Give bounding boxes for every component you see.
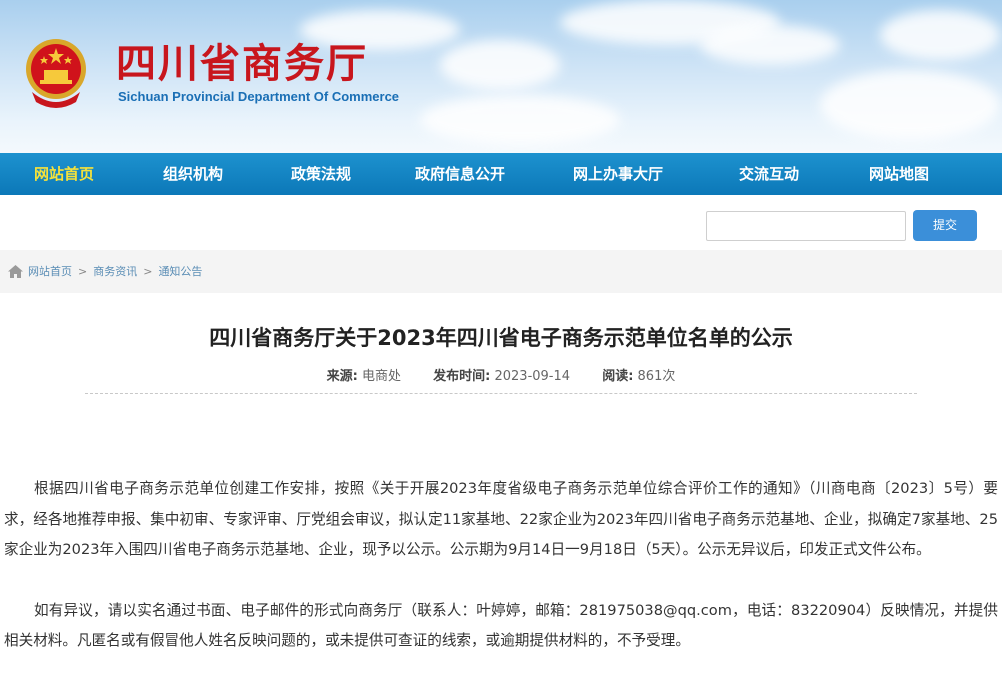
paragraph: 如有异议，请以实名通过书面、电子邮件的形式向商务厅（联系人：叶婷婷，邮箱：281… <box>4 601 998 650</box>
paragraph: 根据四川省电子商务示范单位创建工作安排，按照《关于开展2023年度省级电子商务示… <box>4 480 998 558</box>
breadcrumb-home[interactable]: 网站首页 <box>28 263 72 279</box>
site-subtitle: Sichuan Provincial Department Of Commerc… <box>118 89 400 104</box>
nav-item-online-services[interactable]: 网上办事大厅 <box>536 153 700 195</box>
breadcrumb-separator: > <box>78 264 88 278</box>
national-emblem-icon <box>26 39 86 108</box>
nav-item-sitemap[interactable]: 网站地图 <box>838 153 960 195</box>
nav-item-policies[interactable]: 政策法规 <box>258 153 384 195</box>
home-icon <box>8 264 23 278</box>
article-body: 根据四川省电子商务示范单位创建工作安排，按照《关于开展2023年度省级电子商务示… <box>4 474 998 657</box>
breadcrumb-news[interactable]: 商务资讯 <box>93 263 137 279</box>
site-title: 四川省商务厅 <box>116 40 368 87</box>
breadcrumb-separator: > <box>143 264 153 278</box>
breadcrumb: 网站首页 > 商务资讯 > 通知公告 <box>8 263 202 279</box>
source-label: 来源: <box>326 369 358 384</box>
divider <box>85 393 917 394</box>
reads-value: 861次 <box>637 369 676 384</box>
nav-item-home[interactable]: 网站首页 <box>0 153 128 195</box>
main-nav: 网站首页 组织机构 政策法规 政府信息公开 网上办事大厅 交流互动 网站地图 <box>0 153 1002 195</box>
date-label: 发布时间: <box>433 369 491 384</box>
reads-label: 阅读: <box>602 369 634 384</box>
search-input[interactable] <box>706 211 906 241</box>
submit-button[interactable]: 提交 <box>913 210 977 241</box>
breadcrumb-bar: 网站首页 > 商务资讯 > 通知公告 <box>0 250 1002 293</box>
nav-item-interaction[interactable]: 交流互动 <box>700 153 838 195</box>
date-value: 2023-09-14 <box>494 369 571 384</box>
nav-item-gov-info[interactable]: 政府信息公开 <box>384 153 536 195</box>
nav-item-organization[interactable]: 组织机构 <box>128 153 258 195</box>
header-banner: 四川省商务厅 Sichuan Provincial Department Of … <box>0 0 1002 153</box>
article-meta: 来源: 电商处 发布时间: 2023-09-14 阅读: 861次 <box>0 365 1002 384</box>
article-title: 四川省商务厅关于2023年四川省电子商务示范单位名单的公示 <box>209 326 793 350</box>
source-value: 电商处 <box>361 369 401 384</box>
breadcrumb-notices[interactable]: 通知公告 <box>158 263 202 279</box>
